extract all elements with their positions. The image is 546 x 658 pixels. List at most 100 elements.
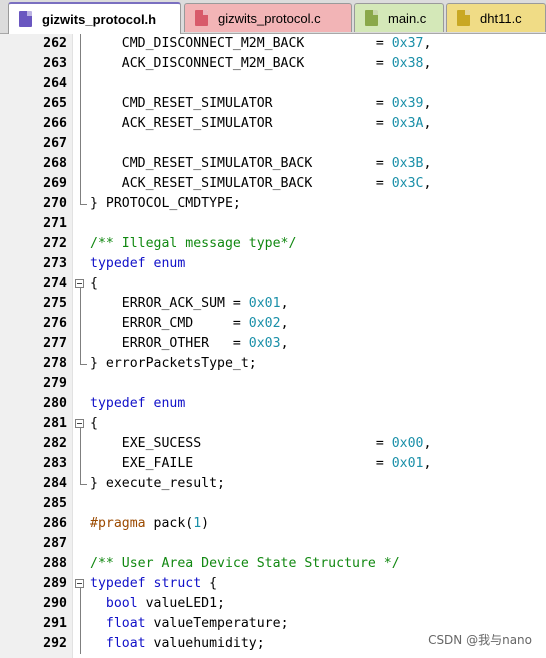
code-line[interactable]: 267 [0,134,546,154]
code-text: ERROR_OTHER = 0x03, [90,334,289,354]
code-line[interactable]: 286 #pragma pack(1) [0,514,546,534]
fold-collapse-icon[interactable] [74,414,88,434]
code-text: ERROR_CMD = 0x02, [90,314,289,334]
code-line[interactable]: 289 typedef struct { [0,574,546,594]
line-number: 262 [43,36,67,51]
code-text: float valueTemperature; [90,614,289,634]
line-number: 264 [43,76,67,91]
code-line[interactable]: 273 typedef enum [0,254,546,274]
line-number: 273 [43,256,67,271]
comment-token: /** Illegal message type*/ [90,236,297,251]
line-number: 285 [43,496,67,511]
code-line[interactable]: 263 ACK_DISCONNECT_M2M_BACK = 0x38, [0,54,546,74]
number-token: 0x3C [391,176,424,191]
code-token: ERROR_CMD = [90,316,249,331]
line-number: 267 [43,136,67,151]
code-line[interactable]: 274 { [0,274,546,294]
tab-gizwits-protocol-h[interactable]: gizwits_protocol.h [8,2,181,34]
code-token: valuehumidity; [145,636,265,651]
fold-guide-line [74,234,88,254]
number-token: 0x3B [391,156,424,171]
code-line[interactable]: 279 [0,374,546,394]
tab-label: gizwits_protocol.c [218,10,321,26]
keyword-token: typedef [90,256,146,271]
code-editor[interactable]: 262 CMD_DISCONNECT_M2M_BACK = 0x37, 263 A… [0,34,546,658]
fold-guide-line [74,114,88,134]
code-line[interactable]: 268 CMD_RESET_SIMULATOR_BACK = 0x3B, [0,154,546,174]
line-number: 271 [43,216,67,231]
code-line[interactable]: 270} PROTOCOL_CMDTYPE; [0,194,546,214]
source-file-icon [457,10,470,26]
tab-gizwits-protocol-c[interactable]: gizwits_protocol.c [184,3,352,32]
header-file-icon [19,11,32,27]
code-line[interactable]: 290 bool valueLED1; [0,594,546,614]
code-token: } PROTOCOL_CMDTYPE; [90,196,241,211]
code-line[interactable]: 280 typedef enum [0,394,546,414]
code-line[interactable]: 277 ERROR_OTHER = 0x03, [0,334,546,354]
line-number: 276 [43,316,67,331]
code-line[interactable]: 287 [0,534,546,554]
fold-guide-line [74,294,88,314]
fold-guide-line [74,534,88,554]
code-line[interactable]: 265 CMD_RESET_SIMULATOR = 0x39, [0,94,546,114]
code-token: ) [201,516,210,531]
code-token: { [201,576,218,591]
code-line[interactable]: 281 { [0,414,546,434]
fold-collapse-icon[interactable] [74,574,88,594]
fold-guide-line [74,454,88,474]
code-text: typedef enum [90,254,185,274]
code-line[interactable]: 272 /** Illegal message type*/ [0,234,546,254]
code-text: bool valueLED1; [90,594,225,614]
line-number: 288 [43,556,67,571]
code-token: { [90,416,98,431]
code-text: float valuehumidity; [90,634,265,654]
line-number: 284 [43,476,67,491]
code-text: /** User Area Device State Structure */ [90,554,400,574]
code-line[interactable]: 262 CMD_DISCONNECT_M2M_BACK = 0x37, [0,34,546,54]
code-token: , [423,156,432,171]
code-line[interactable]: 276 ERROR_CMD = 0x02, [0,314,546,334]
code-line[interactable]: 283 EXE_FAILE = 0x01, [0,454,546,474]
code-token: pack( [145,516,194,531]
tab-dht11-c[interactable]: dht11.c [446,3,546,32]
fold-guide-line [74,554,88,574]
fold-collapse-icon[interactable] [74,274,88,294]
line-number: 292 [43,636,67,651]
code-token: , [280,336,289,351]
code-line[interactable]: 266 ACK_RESET_SIMULATOR = 0x3A, [0,114,546,134]
code-line[interactable]: 264 [0,74,546,94]
fold-guide-line [74,474,88,494]
code-line[interactable]: 282 EXE_SUCESS = 0x00, [0,434,546,454]
line-number: 279 [43,376,67,391]
code-line[interactable]: 278} errorPacketsType_t; [0,354,546,374]
keyword-token: typedef [90,396,146,411]
fold-guide-line [74,134,88,154]
tab-main-c[interactable]: main.c [354,3,444,32]
code-token: , [423,176,432,191]
fold-guide-line [74,514,88,534]
fold-guide-line [74,374,88,394]
code-line[interactable]: 269 ACK_RESET_SIMULATOR_BACK = 0x3C, [0,174,546,194]
code-text: } execute_result; [90,474,225,494]
line-number: 286 [43,516,67,531]
code-line[interactable]: 284 } execute_result; [0,474,546,494]
number-token: 0x37 [391,36,424,51]
code-line[interactable]: 285 [0,494,546,514]
number-token: 1 [193,516,202,531]
line-number: 289 [43,576,67,591]
code-text: { [90,414,98,434]
fold-guide-line [74,74,88,94]
keyword-token: typedef [90,576,146,591]
code-line[interactable]: 288 /** User Area Device State Structure … [0,554,546,574]
keyword-token: float [105,636,146,651]
code-token: ACK_RESET_SIMULATOR_BACK = [90,176,392,191]
code-line[interactable]: 271 [0,214,546,234]
line-number: 281 [43,416,67,431]
code-line[interactable]: 275 ERROR_ACK_SUM = 0x01, [0,294,546,314]
code-token: , [423,56,432,71]
code-text: CMD_RESET_SIMULATOR_BACK = 0x3B, [90,154,432,174]
